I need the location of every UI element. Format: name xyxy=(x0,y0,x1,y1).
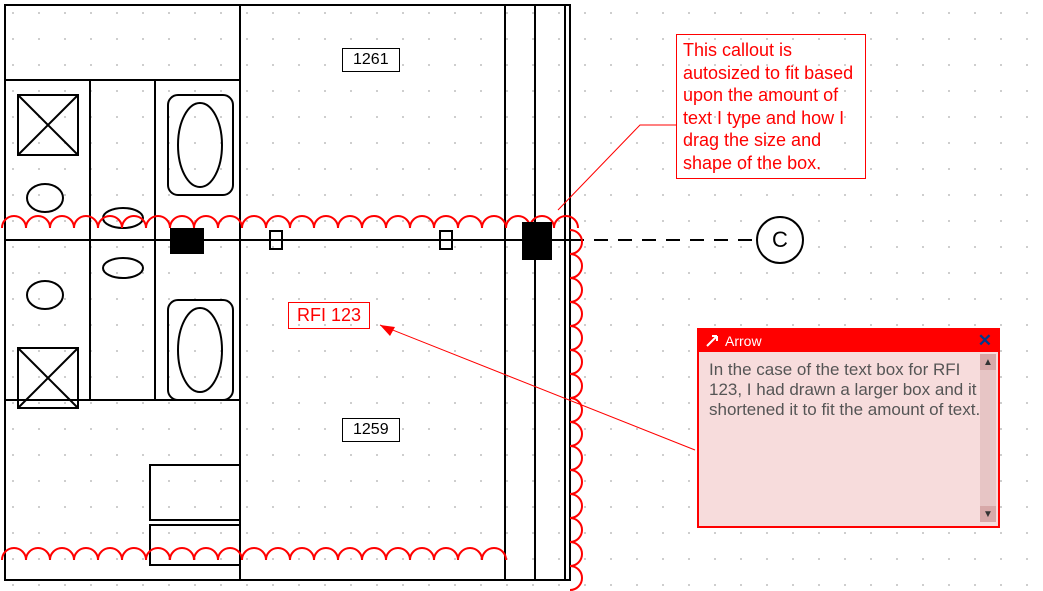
solid-column-marker xyxy=(522,222,552,260)
callout-autosize-box[interactable]: This callout is autosized to fit based u… xyxy=(676,34,866,179)
tooltip-body-text: In the case of the text box for RFI 123,… xyxy=(709,360,980,419)
room-number-label: 1261 xyxy=(353,51,389,68)
grid-bubble-label: C xyxy=(772,227,788,253)
grid-bubble: C xyxy=(756,216,804,264)
arrow-icon xyxy=(705,334,719,348)
tooltip-title: Arrow xyxy=(725,333,972,349)
room-number-tag: 1261 xyxy=(342,48,400,72)
callout-rfi-box[interactable]: RFI 123 xyxy=(288,302,370,329)
scroll-up-button[interactable]: ▲ xyxy=(980,354,996,370)
room-number-label: 1259 xyxy=(353,421,389,438)
room-number-tag: 1259 xyxy=(342,418,400,442)
solid-column-marker xyxy=(170,228,204,254)
rfi-label: RFI 123 xyxy=(297,305,361,325)
callout-text: This callout is autosized to fit based u… xyxy=(683,40,853,173)
tooltip-body: In the case of the text box for RFI 123,… xyxy=(699,352,998,502)
tooltip-header[interactable]: Arrow ✕ xyxy=(699,330,998,352)
tooltip-panel[interactable]: Arrow ✕ In the case of the text box for … xyxy=(697,328,1000,528)
close-icon[interactable]: ✕ xyxy=(978,331,992,351)
tooltip-scrollbar[interactable]: ▲ ▼ xyxy=(980,354,996,522)
scroll-down-button[interactable]: ▼ xyxy=(980,506,996,522)
